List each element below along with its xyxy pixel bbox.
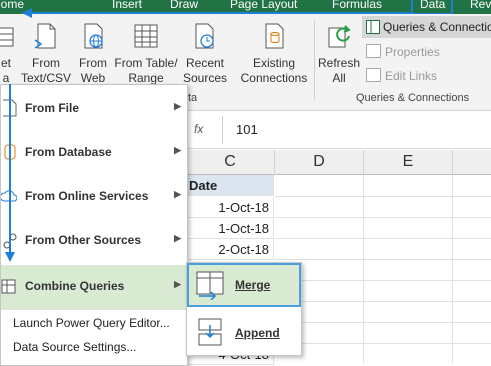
data-source-settings[interactable]: Data Source Settings...: [13, 340, 136, 354]
menu-item-label: Combine Queries: [25, 279, 125, 293]
formula-input[interactable]: 101: [236, 122, 258, 137]
column-header-f[interactable]: [453, 150, 491, 175]
header-cell-date[interactable]: Date: [186, 175, 274, 196]
grid-cell[interactable]: [364, 175, 453, 197]
menu-item-from-online-services[interactable]: From Online Services ▶: [1, 175, 187, 219]
menu-divider: [1, 309, 187, 310]
connector-arrow: [5, 84, 15, 262]
menu-item-label: From File: [25, 101, 80, 115]
submenu-arrow-icon: ▶: [174, 233, 181, 243]
launch-power-query-editor[interactable]: Launch Power Query Editor...: [13, 316, 170, 330]
menu-item-label: From Online Services: [25, 189, 149, 203]
append-label: Append: [235, 326, 280, 340]
combine-queries-submenu: Merge Append: [186, 262, 302, 356]
menu-item-combine-queries[interactable]: Combine Queries ▶: [1, 265, 187, 309]
insert-function-icon[interactable]: fx: [194, 122, 203, 136]
submenu-arrow-icon: ▶: [174, 189, 181, 199]
column-header-c[interactable]: C: [186, 150, 275, 175]
date-cell[interactable]: 1-Oct-18: [186, 197, 274, 218]
menu-item-from-file[interactable]: From File ▶: [1, 87, 187, 131]
merge-button[interactable]: Merge: [187, 263, 301, 307]
date-cell[interactable]: 2-Oct-18: [186, 239, 274, 260]
formula-divider: [222, 116, 223, 144]
merge-label: Merge: [235, 278, 271, 292]
menu-item-from-database[interactable]: From Database ▶: [1, 131, 187, 175]
grid-area[interactable]: [275, 197, 491, 364]
append-icon: [198, 318, 222, 346]
column-header-d[interactable]: D: [275, 150, 364, 175]
submenu-arrow-icon: ▶: [174, 101, 181, 111]
append-button[interactable]: Append: [187, 311, 301, 355]
column-header-e[interactable]: E: [364, 150, 453, 175]
submenu-arrow-icon: ▶: [174, 279, 181, 289]
get-data-menu: From File ▶ From Database ▶ From Online …: [0, 84, 188, 366]
menu-item-label: From Other Sources: [25, 233, 142, 247]
menu-item-from-other-sources[interactable]: From Other Sources ▶: [1, 219, 187, 263]
submenu-arrow-icon: ▶: [174, 145, 181, 155]
date-cell[interactable]: 1-Oct-18: [186, 218, 274, 239]
menu-item-label: From Database: [25, 145, 112, 159]
grid-cell[interactable]: [275, 175, 364, 197]
combine-queries-icon: [1, 279, 16, 294]
grid-cell[interactable]: [453, 175, 491, 197]
merge-icon: [196, 271, 224, 300]
